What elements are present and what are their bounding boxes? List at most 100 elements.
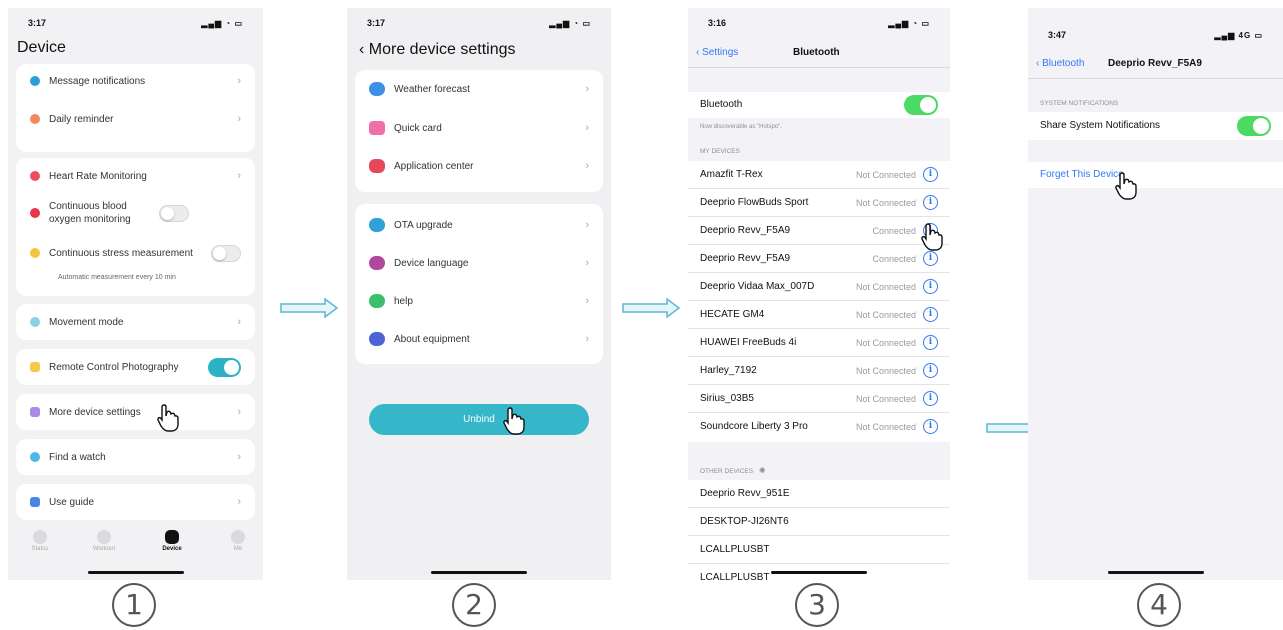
chevron-right-icon: ›: [585, 122, 589, 134]
device-row[interactable]: DESKTOP-JI26NT6: [688, 508, 950, 536]
device-status: Not Connected: [855, 422, 916, 432]
row-help[interactable]: help ›: [355, 286, 603, 316]
row-device-language[interactable]: Device language ›: [355, 248, 603, 278]
row-remote-photography[interactable]: Remote Control Photography: [16, 352, 255, 382]
row-label: Weather forecast: [394, 83, 470, 95]
forget-device-button[interactable]: Forget This Device: [1028, 162, 1283, 188]
device-name: Deeprio Revv_F5A9: [700, 253, 791, 264]
nav-title: Bluetooth: [793, 47, 840, 58]
pointer-hand-icon: [157, 404, 179, 432]
device-row[interactable]: Deeprio FlowBuds Sport Not Connected i: [688, 189, 950, 217]
home-indicator: [87, 571, 184, 574]
row-stress[interactable]: Continuous stress measurement: [16, 238, 255, 268]
device-status: Not Connected: [855, 366, 916, 376]
row-label: Message notifications: [49, 75, 146, 87]
info-icon[interactable]: i: [923, 391, 938, 406]
info-icon[interactable]: i: [923, 195, 938, 210]
status-icon: [33, 530, 47, 544]
row-share-notifications: Share System Notifications: [1028, 112, 1283, 140]
row-label: Application center: [394, 160, 474, 172]
device-row[interactable]: Deeprio Revv_F5A9 Connected i: [688, 245, 950, 273]
row-use-guide[interactable]: Use guide ›: [16, 487, 255, 517]
blood-oxygen-toggle[interactable]: [159, 204, 189, 222]
device-row[interactable]: HUAWEI FreeBuds 4i Not Connected i: [688, 329, 950, 357]
chevron-right-icon: ›: [585, 83, 589, 95]
tab-me[interactable]: Me: [214, 524, 262, 552]
info-icon[interactable]: i: [923, 419, 938, 434]
chevron-right-icon: ›: [237, 113, 241, 125]
device-row[interactable]: Deeprio Revv_F5A9 Connected i: [688, 217, 950, 245]
info-icon[interactable]: i: [923, 251, 938, 266]
tab-status[interactable]: Status: [16, 524, 64, 552]
status-bar: 3:17 ▂▄▆ ◔ ▭: [8, 18, 263, 32]
upload-cloud-icon: [369, 218, 385, 232]
info-icon[interactable]: i: [923, 279, 938, 294]
chevron-right-icon: ›: [237, 496, 241, 508]
device-row[interactable]: Sirius_03B5 Not Connected i: [688, 385, 950, 413]
info-icon[interactable]: i: [923, 307, 938, 322]
step-number-4: 4: [1137, 583, 1181, 627]
stress-toggle[interactable]: [211, 244, 241, 262]
status-bar: 3:16 ▂▄▆ ◔ ▭: [688, 18, 950, 32]
tab-workout[interactable]: Workout: [80, 524, 128, 552]
my-devices-list: Amazfit T-Rex Not Connected i Deeprio Fl…: [688, 161, 950, 442]
device-name: HUAWEI FreeBuds 4i: [700, 337, 797, 348]
info-icon[interactable]: i: [923, 167, 938, 182]
heart-icon: [30, 171, 40, 181]
settings-card-1: Weather forecast › Quick card › Applicat…: [355, 70, 603, 192]
row-application-center[interactable]: Application center ›: [355, 151, 603, 181]
device-name: HECATE GM4: [700, 309, 765, 320]
row-label: OTA upgrade: [394, 219, 453, 231]
remote-photo-toggle[interactable]: [208, 357, 241, 377]
row-label: Quick card: [394, 122, 442, 134]
running-icon: [30, 317, 40, 327]
remote-photo-card: Remote Control Photography: [16, 349, 255, 385]
chevron-right-icon: ›: [585, 257, 589, 269]
row-about-equipment[interactable]: About equipment ›: [355, 324, 603, 354]
device-row[interactable]: LCALLPLUSBT: [688, 536, 950, 564]
row-heart-rate[interactable]: Heart Rate Monitoring ›: [16, 161, 255, 191]
discoverable-note: Now discoverable as "Hotspo".: [700, 124, 782, 130]
device-row[interactable]: Amazfit T-Rex Not Connected i: [688, 161, 950, 189]
info-icon[interactable]: i: [923, 335, 938, 350]
device-row[interactable]: Harley_7192 Not Connected i: [688, 357, 950, 385]
row-blood-oxygen[interactable]: Continuous blood oxygen monitoring: [16, 196, 255, 230]
device-row[interactable]: Deeprio Vidaa Max_007D Not Connected i: [688, 273, 950, 301]
device-name: Harley_7192: [700, 365, 757, 376]
device-row[interactable]: Soundcore Liberty 3 Pro Not Connected i: [688, 413, 950, 441]
device-name: Deeprio Revv_F5A9: [700, 225, 791, 236]
device-row[interactable]: HECATE GM4 Not Connected i: [688, 301, 950, 329]
share-notifications-toggle[interactable]: [1237, 116, 1271, 136]
row-ota-upgrade[interactable]: OTA upgrade ›: [355, 210, 603, 240]
row-quick-card[interactable]: Quick card ›: [355, 113, 603, 143]
signal-wifi-battery-icon: ▂▄▆ ◔ ▭: [201, 19, 243, 28]
row-daily-reminder[interactable]: Daily reminder ›: [16, 104, 255, 134]
page-title-text: More device settings: [368, 41, 516, 58]
signal-wifi-battery-icon: ▂▄▆ ◔ ▭: [549, 19, 591, 28]
tab-device[interactable]: Device: [148, 524, 196, 552]
row-weather-forecast[interactable]: Weather forecast ›: [355, 74, 603, 104]
bluetooth-toggle[interactable]: [904, 95, 938, 115]
status-time: 3:16: [708, 18, 727, 28]
device-name: LCALLPLUSBT: [700, 572, 770, 580]
nav-title: Deeprio Revv_F5A9: [1108, 58, 1202, 69]
reminder-icon: [30, 114, 40, 124]
screen-more-device-settings: 3:17 ▂▄▆ ◔ ▭ ‹ More device settings Weat…: [347, 8, 611, 580]
info-icon[interactable]: i: [923, 363, 938, 378]
arrow-right-icon: [280, 297, 339, 319]
back-button[interactable]: ‹ Settings: [696, 47, 738, 58]
row-movement-mode[interactable]: Movement mode ›: [16, 307, 255, 337]
status-time: 3:17: [28, 18, 47, 28]
back-button[interactable]: ‹ Bluetooth: [1036, 58, 1084, 69]
row-more-device-settings[interactable]: More device settings ›: [16, 397, 255, 427]
device-row[interactable]: Deeprio Revv_951E: [688, 480, 950, 508]
use-guide-card: Use guide ›: [16, 484, 255, 520]
chevron-left-icon: ‹: [696, 47, 700, 58]
back-chevron-icon[interactable]: ‹: [359, 41, 364, 58]
row-find-watch[interactable]: Find a watch ›: [16, 442, 255, 472]
device-status: Not Connected: [855, 394, 916, 404]
other-devices-header: OTHER DEVICES ✺: [700, 466, 766, 475]
unbind-button[interactable]: Unbind: [369, 404, 589, 435]
device-name: Deeprio Vidaa Max_007D: [700, 281, 815, 292]
row-message-notifications[interactable]: Message notifications ›: [16, 66, 255, 96]
